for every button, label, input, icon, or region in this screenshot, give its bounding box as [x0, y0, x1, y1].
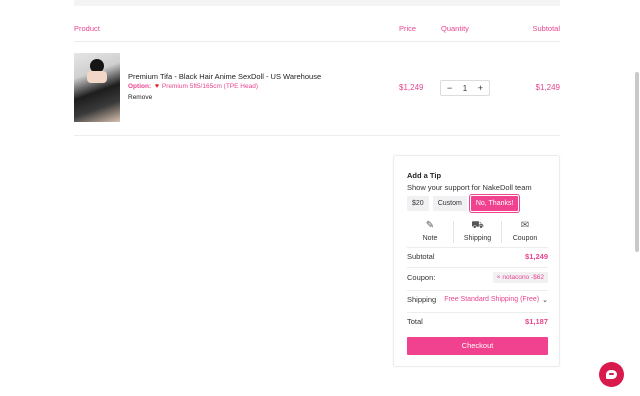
ticket-icon: ✉ — [520, 220, 530, 231]
coupon-chip[interactable]: × notacono -$62 — [492, 272, 548, 283]
tip-subtitle: Show your support for NakeDoll team — [407, 183, 532, 192]
header-subtotal: Subtotal — [532, 24, 560, 33]
option-value: Premium 5ft5/165cm (TPE Head) — [161, 83, 258, 90]
shipping-row-label: Shipping — [407, 295, 437, 304]
pencil-icon: ✎ — [425, 220, 435, 231]
coupon-code: notacono — [502, 274, 530, 281]
tip-option-custom[interactable]: Custom — [432, 196, 467, 211]
qty-value[interactable]: 1 — [463, 84, 467, 93]
tip-title: Add a Tip — [407, 171, 442, 180]
tip-option-no-thanks[interactable]: No, Thanks! — [468, 194, 521, 213]
product-image[interactable] — [74, 53, 120, 122]
subtotal-label: Subtotal — [407, 252, 435, 261]
note-button[interactable]: ✎ Note — [407, 220, 453, 243]
chevron-down-icon: ⌄ — [542, 296, 548, 304]
divider — [74, 41, 560, 42]
top-strip — [74, 0, 560, 6]
total-row: Total $1,187 — [407, 317, 548, 326]
qty-decrease-button[interactable]: − — [447, 83, 452, 93]
heart-icon: ♥ — [154, 83, 160, 90]
product-option: Option: ♥ Premium 5ft5/165cm (TPE Head) — [128, 83, 258, 90]
divider — [407, 267, 548, 268]
subtotal-value: $1,249 — [525, 252, 548, 261]
option-label: Option: — [128, 83, 152, 90]
checkout-button[interactable]: Checkout — [407, 337, 548, 355]
shipping-select[interactable]: Free Standard Shipping (Free) ⌄ — [444, 296, 548, 304]
quantity-stepper[interactable]: − 1 + — [440, 80, 490, 96]
divider — [407, 247, 548, 248]
coupon-label: Coupon — [512, 235, 538, 242]
chat-button[interactable] — [599, 362, 624, 387]
divider — [407, 290, 548, 291]
coupon-row: Coupon: × notacono -$62 — [407, 272, 548, 283]
divider — [74, 135, 560, 136]
shipping-button[interactable]: ⛟ Shipping — [455, 220, 501, 243]
header-quantity: Quantity — [441, 24, 469, 33]
item-subtotal: $1,249 — [535, 83, 560, 92]
truck-icon: ⛟ — [471, 220, 484, 231]
remove-link[interactable]: Remove — [128, 94, 152, 101]
header-price: Price — [399, 24, 417, 33]
shipping-value: Free Standard Shipping (Free) — [444, 296, 540, 303]
chat-icon — [606, 370, 617, 379]
header-product: Product — [74, 24, 100, 33]
coupon-row-label: Coupon: — [407, 273, 436, 282]
product-name[interactable]: Premium Tifa - Black Hair Anime SexDoll … — [128, 72, 321, 81]
qty-increase-button[interactable]: + — [478, 83, 483, 93]
cart-actions: ✎ Note ⛟ Shipping ✉ Coupon — [407, 220, 548, 243]
tip-option-20[interactable]: $20 — [407, 196, 429, 211]
tip-options: $20 Custom No, Thanks! — [407, 194, 521, 213]
note-label: Note — [422, 235, 438, 242]
total-value: $1,187 — [525, 317, 548, 326]
divider — [407, 312, 548, 313]
item-price: $1,249 — [399, 83, 424, 92]
shipping-label: Shipping — [463, 235, 492, 242]
total-label: Total — [407, 317, 423, 326]
coupon-button[interactable]: ✉ Coupon — [502, 220, 548, 243]
coupon-remove-icon[interactable]: × — [497, 274, 501, 281]
order-summary: Add a Tip Show your support for NakeDoll… — [393, 155, 560, 367]
scrollbar[interactable] — [635, 72, 639, 252]
coupon-amount: -$62 — [530, 274, 544, 281]
cart-table-header: Product Price Quantity Subtotal — [74, 24, 560, 36]
subtotal-row: Subtotal $1,249 — [407, 252, 548, 261]
shipping-row: Shipping Free Standard Shipping (Free) ⌄ — [407, 295, 548, 304]
